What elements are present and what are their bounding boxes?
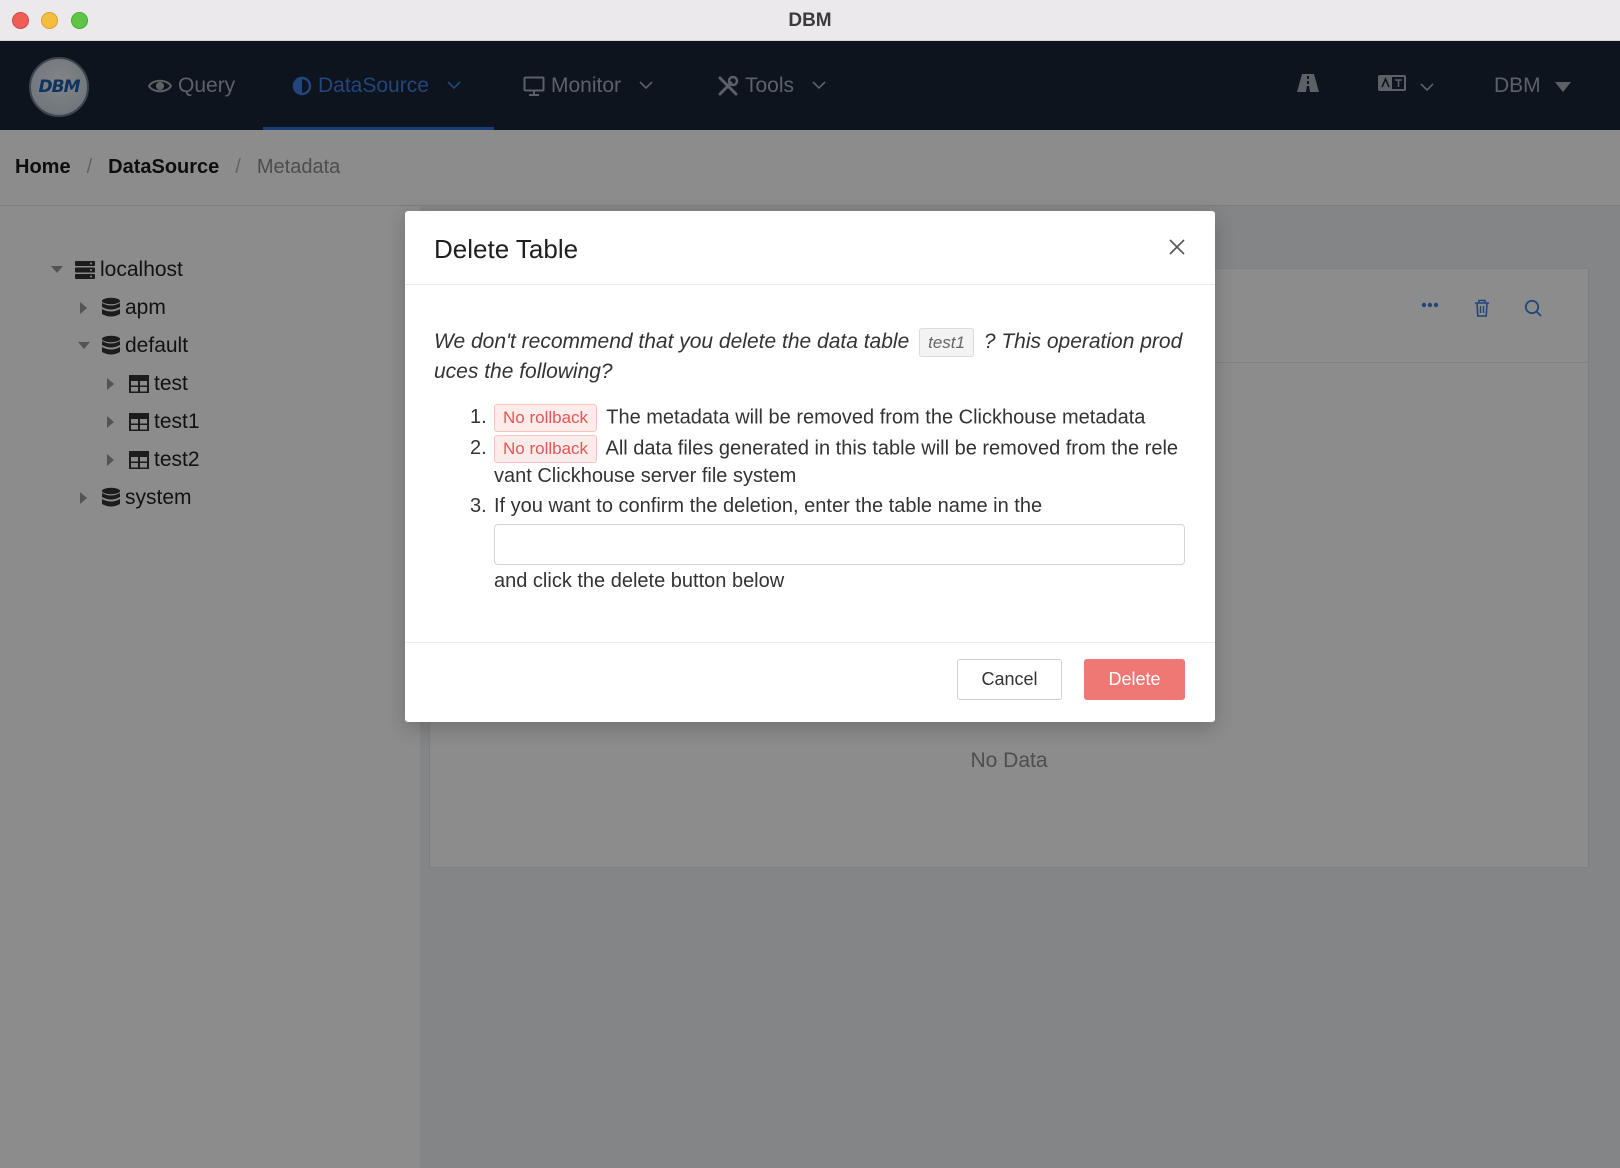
consequence-item: 2. No rollback All data files generated … [470, 434, 1179, 487]
window-titlebar: DBM [0, 0, 1620, 41]
close-icon[interactable] [1169, 239, 1185, 255]
delete-warning-intro: We don't recommend that you delete the d… [434, 327, 1186, 386]
consequence-item: 3. If you want to confirm the deletion, … [470, 493, 1186, 595]
table-name-tag: test1 [919, 327, 974, 357]
consequence-text: The metadata will be removed from the Cl… [606, 406, 1146, 429]
confirm-instruction-after: and click the delete button below [494, 569, 785, 592]
delete-button[interactable]: Delete [1084, 659, 1185, 700]
cancel-button[interactable]: Cancel [957, 659, 1062, 700]
consequence-list: 1. No rollback The metadata will be remo… [470, 403, 1186, 595]
modal-footer: Cancel Delete [405, 642, 1215, 722]
modal-body: We don't recommend that you delete the d… [434, 327, 1186, 598]
window-title: DBM [788, 10, 832, 31]
consequence-item: 1. No rollback The metadata will be remo… [470, 403, 1186, 432]
delete-table-modal: Delete Table We don't recommend that you… [405, 211, 1215, 722]
modal-header: Delete Table [405, 211, 1215, 285]
intro-text: We don't recommend that you delete the d… [434, 330, 910, 353]
no-rollback-tag: No rollback [494, 403, 598, 432]
modal-title: Delete Table [434, 234, 579, 264]
no-rollback-tag: No rollback [494, 434, 598, 463]
confirm-table-name-input[interactable] [494, 523, 1185, 565]
confirm-instruction: If you want to confirm the deletion, ent… [494, 494, 1043, 517]
